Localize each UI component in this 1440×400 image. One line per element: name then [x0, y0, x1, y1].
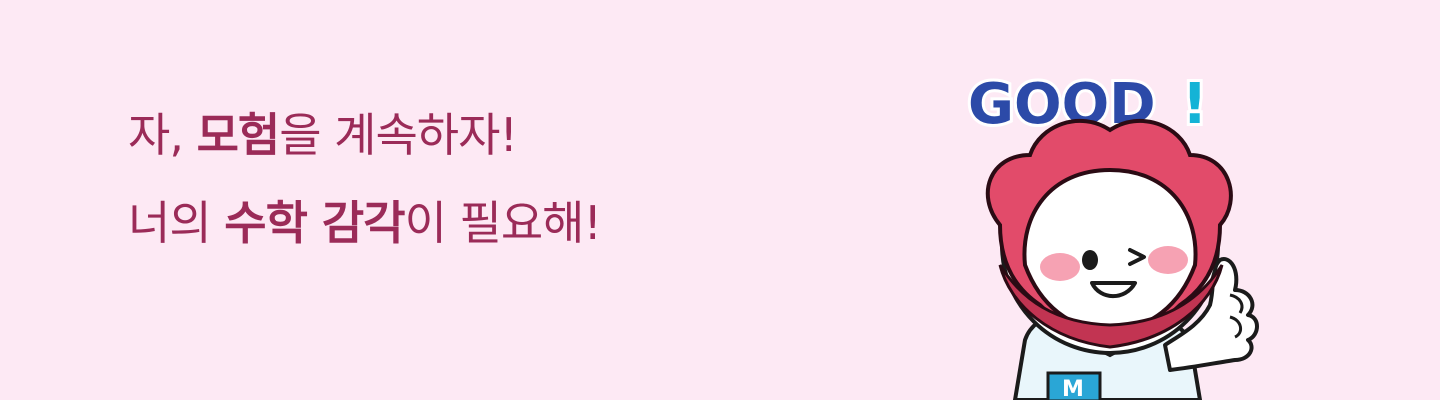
banner: 자, 모험을 계속하자! 너의 수학 감각이 필요해! GOOD ! M: [0, 0, 1440, 400]
headline-line-2-part-3: 이 필요해!: [404, 196, 602, 250]
mascot-right-cheek: [1148, 246, 1188, 274]
headline-line-1-emphasis: 모험: [196, 108, 281, 162]
headline-line-1: 자, 모험을 계속하자!: [128, 112, 601, 158]
headline-line-1-part-1: 자,: [128, 108, 197, 162]
mascot-character: M: [985, 119, 1259, 400]
mascot-eye-open: [1082, 250, 1098, 270]
headline-line-2-part-1: 너의: [128, 196, 225, 250]
headline-line-2-emphasis: 수학 감각: [224, 196, 405, 250]
headline-line-1-part-3: 을 계속하자!: [279, 108, 518, 162]
headline-line-2: 너의 수학 감각이 필요해!: [128, 200, 602, 246]
mascot-left-cheek: [1040, 253, 1080, 281]
mascot-illustration: GOOD ! M: [930, 55, 1290, 400]
headline: 자, 모험을 계속하자! 너의 수학 감각이 필요해!: [128, 112, 602, 288]
mascot-shirt-logo-text: M: [1062, 377, 1084, 400]
